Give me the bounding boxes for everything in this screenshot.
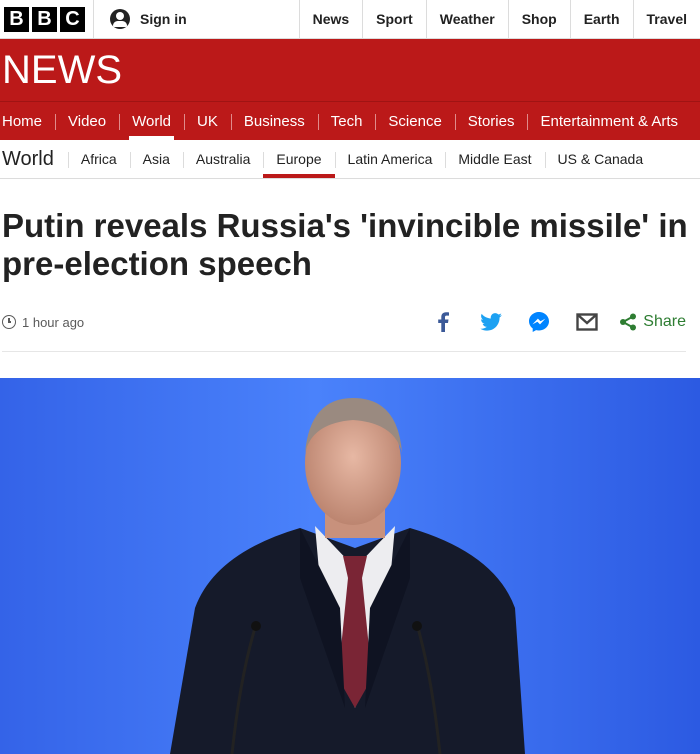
section-nav-science[interactable]: Science xyxy=(375,102,454,140)
twitter-share-button[interactable] xyxy=(467,307,515,337)
global-nav-sport[interactable]: Sport xyxy=(362,0,426,38)
bbc-logo[interactable]: B B C xyxy=(0,0,93,38)
share-label: Share xyxy=(643,313,686,330)
facebook-share-button[interactable] xyxy=(419,307,467,337)
global-nav: News Sport Weather Shop Earth Travel xyxy=(298,0,700,38)
share-tools: Share xyxy=(419,307,686,337)
sub-nav-latin-america[interactable]: Latin America xyxy=(334,140,446,178)
sub-nav: World Africa Asia Australia Europe Latin… xyxy=(0,140,700,179)
sub-nav-asia[interactable]: Asia xyxy=(129,140,183,178)
global-nav-earth[interactable]: Earth xyxy=(569,0,633,38)
share-icon xyxy=(620,313,637,331)
sub-nav-middle-east[interactable]: Middle East xyxy=(445,140,544,178)
bbc-logo-letter: B xyxy=(32,6,57,32)
messenger-share-button[interactable] xyxy=(515,307,563,337)
global-nav-weather[interactable]: Weather xyxy=(425,0,508,38)
section-nav: Home Video World UK Business Tech Scienc… xyxy=(0,101,700,140)
facebook-icon xyxy=(438,312,450,332)
global-nav-shop[interactable]: Shop xyxy=(507,0,570,38)
email-share-button[interactable] xyxy=(563,307,611,337)
email-icon xyxy=(576,313,598,331)
twitter-icon xyxy=(480,313,503,331)
speaker-photo xyxy=(0,378,700,754)
bbc-logo-letter: C xyxy=(60,6,85,32)
user-icon xyxy=(110,9,130,29)
sub-nav-title[interactable]: World xyxy=(0,148,68,171)
section-nav-entertainment[interactable]: Entertainment & Arts xyxy=(527,102,691,140)
global-nav-travel[interactable]: Travel xyxy=(632,0,700,38)
global-nav-news[interactable]: News xyxy=(298,0,363,38)
section-nav-home[interactable]: Home xyxy=(0,102,55,140)
section-nav-video[interactable]: Video xyxy=(55,102,119,140)
section-nav-world[interactable]: World xyxy=(119,102,184,140)
sub-nav-africa[interactable]: Africa xyxy=(67,140,130,178)
sign-in-label: Sign in xyxy=(140,11,187,27)
sub-nav-us-canada[interactable]: US & Canada xyxy=(544,140,657,178)
bbc-logo-letter: B xyxy=(4,6,29,32)
sign-in-link[interactable]: Sign in xyxy=(93,0,276,38)
article-headline: Putin reveals Russia's 'invincible missi… xyxy=(2,207,688,282)
global-header: B B C Sign in News Sport Weather Shop Ea… xyxy=(0,0,700,39)
section-nav-stories[interactable]: Stories xyxy=(454,102,528,140)
article-meta: 1 hour ago Share xyxy=(2,293,686,352)
section-nav-uk[interactable]: UK xyxy=(184,102,231,140)
clock-icon xyxy=(2,315,16,329)
share-button[interactable]: Share xyxy=(619,313,686,331)
timestamp: 1 hour ago xyxy=(2,315,84,330)
article-hero-image xyxy=(0,378,700,754)
timestamp-text: 1 hour ago xyxy=(22,314,85,330)
section-nav-tech[interactable]: Tech xyxy=(317,102,376,140)
news-banner: NEWS xyxy=(0,39,700,101)
sub-nav-europe[interactable]: Europe xyxy=(263,140,335,178)
section-nav-business[interactable]: Business xyxy=(230,102,318,140)
sub-nav-australia[interactable]: Australia xyxy=(182,140,263,178)
messenger-icon xyxy=(529,312,550,332)
news-logo[interactable]: NEWS xyxy=(2,50,122,90)
